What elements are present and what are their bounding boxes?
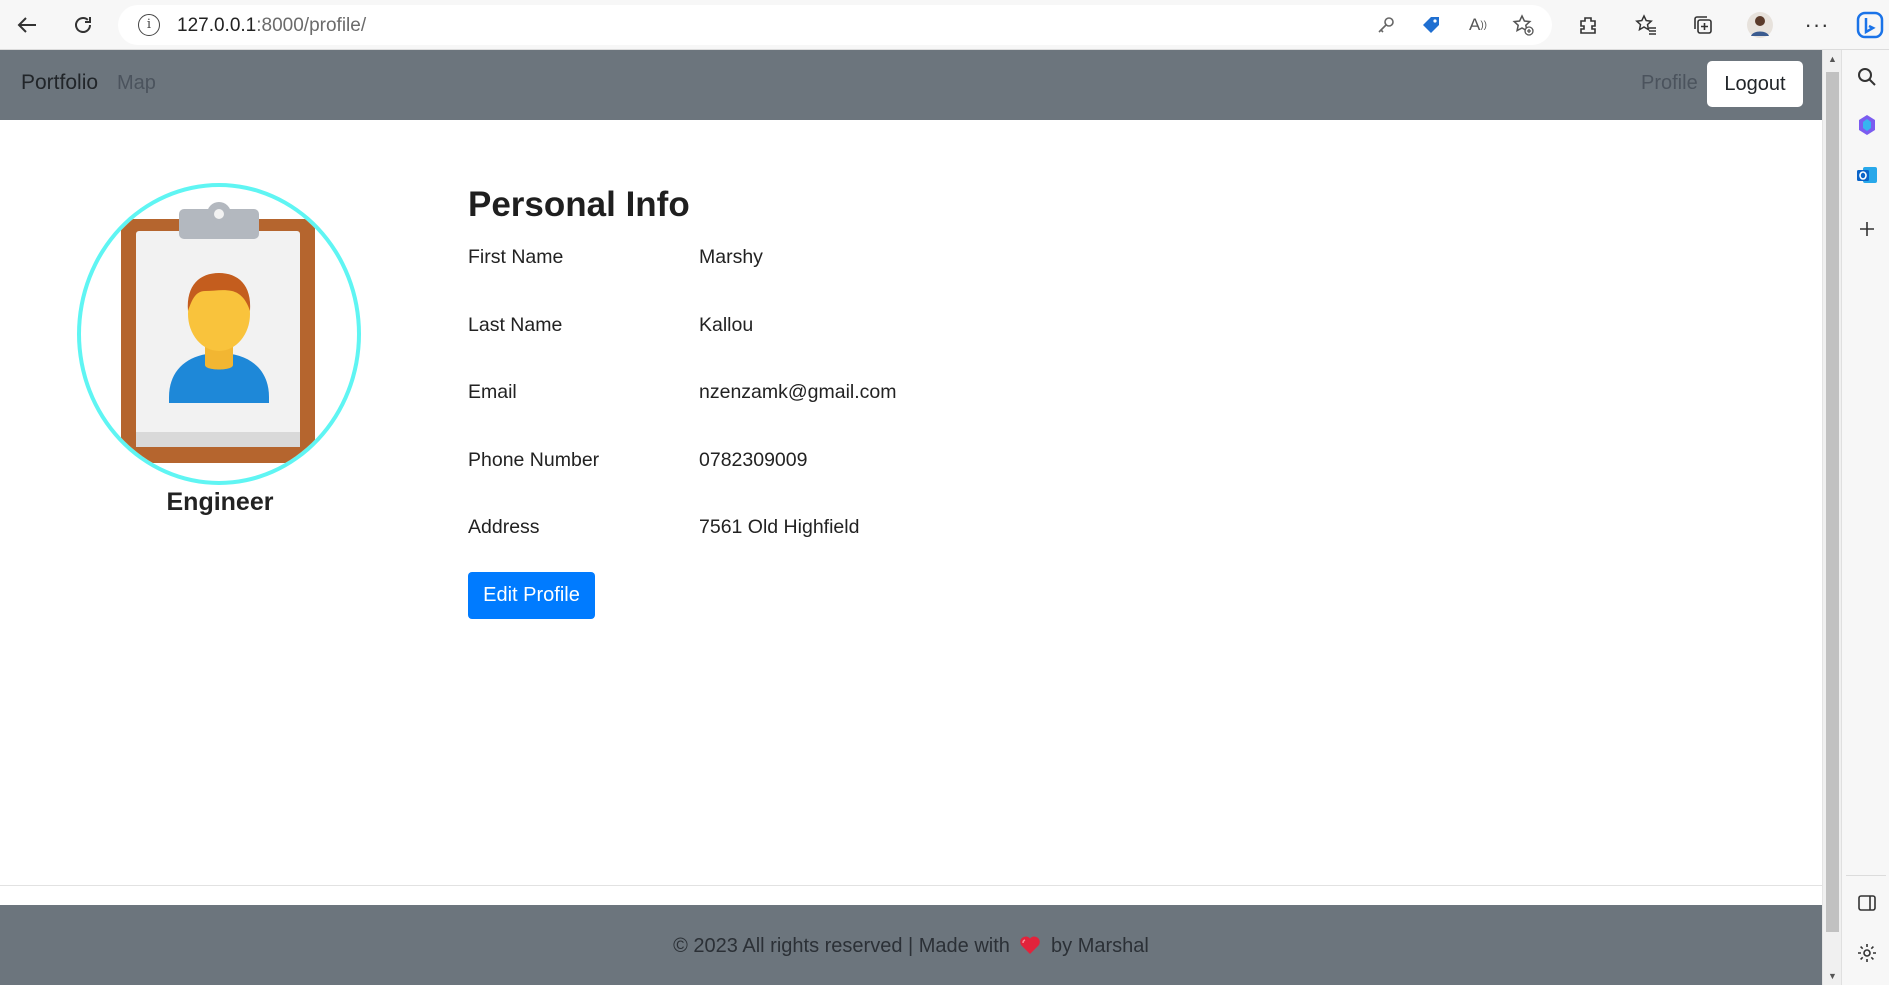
profile-role: Engineer — [166, 488, 274, 516]
plus-icon[interactable] — [1852, 214, 1882, 244]
edit-profile-button[interactable]: Edit Profile — [468, 572, 595, 619]
add-favorite-icon[interactable] — [1509, 11, 1537, 39]
info-row-phone: Phone Number 0782309009 — [468, 449, 1268, 479]
url-text[interactable]: 127.0.0.1:8000/profile/ — [177, 15, 366, 37]
info-value: Kallou — [699, 314, 754, 336]
sidebar-toggle-icon[interactable] — [1852, 888, 1882, 918]
profile-avatar-icon[interactable] — [1743, 8, 1777, 42]
extensions-icon[interactable] — [1571, 8, 1605, 42]
logout-button[interactable]: Logout — [1707, 61, 1803, 107]
page-viewport: Portfolio Map Profile Logout Engineer Pe… — [0, 50, 1822, 985]
info-label: Last Name — [468, 314, 563, 336]
site-footer: © 2023 All rights reserved | Made with b… — [0, 905, 1822, 985]
scroll-thumb[interactable] — [1826, 72, 1839, 932]
info-label: Email — [468, 381, 517, 403]
info-icon[interactable]: i — [138, 14, 160, 36]
nav-link-profile[interactable]: Profile — [1641, 72, 1698, 95]
site-navbar: Portfolio Map Profile Logout — [0, 50, 1822, 120]
info-row-last-name: Last Name Kallou — [468, 314, 1268, 344]
address-bar[interactable]: i 127.0.0.1:8000/profile/ A)) — [118, 5, 1552, 45]
tag-icon[interactable] — [1417, 11, 1445, 39]
info-label: Address — [468, 516, 540, 538]
outlook-icon[interactable] — [1852, 160, 1882, 190]
footer-text-start: © 2023 All rights reserved | Made with — [673, 935, 1010, 957]
copilot-icon[interactable] — [1852, 110, 1882, 140]
footer-text: © 2023 All rights reserved | Made with b… — [0, 935, 1822, 961]
info-label: Phone Number — [468, 449, 600, 471]
favorites-icon[interactable] — [1629, 8, 1663, 42]
info-value: Marshy — [699, 246, 763, 268]
info-value: nzenzamk@gmail.com — [699, 381, 897, 403]
section-title: Personal Info — [468, 185, 690, 224]
clipboard-user-icon — [121, 202, 315, 463]
settings-icon[interactable] — [1852, 938, 1882, 968]
bing-icon[interactable] — [1853, 8, 1887, 42]
info-row-first-name: First Name Marshy — [468, 246, 1268, 276]
info-value: 0782309009 — [699, 449, 808, 471]
nav-link-map[interactable]: Map — [117, 72, 156, 95]
more-icon[interactable]: ··· — [1800, 8, 1834, 42]
collections-icon[interactable] — [1686, 8, 1720, 42]
footer-text-end: by Marshal — [1051, 935, 1149, 957]
refresh-icon[interactable] — [66, 8, 100, 42]
key-icon[interactable] — [1372, 11, 1400, 39]
avatar — [77, 183, 361, 485]
info-label: First Name — [468, 246, 564, 268]
info-value: 7561 Old Highfield — [699, 516, 860, 538]
browser-side-panel — [1841, 50, 1889, 985]
info-row-email: Email nzenzamk@gmail.com — [468, 381, 1268, 411]
divider — [0, 885, 1822, 886]
scroll-up-icon[interactable]: ▲ — [1823, 50, 1842, 68]
scroll-down-icon[interactable]: ▼ — [1823, 967, 1842, 985]
back-arrow-icon[interactable] — [10, 8, 44, 42]
page-scrollbar[interactable]: ▲ ▼ — [1822, 50, 1841, 985]
heart-icon — [1019, 935, 1041, 961]
info-row-address: Address 7561 Old Highfield — [468, 516, 1268, 546]
browser-toolbar: i 127.0.0.1:8000/profile/ A)) ··· — [0, 0, 1889, 50]
search-icon[interactable] — [1852, 62, 1882, 92]
side-panel-divider — [1846, 875, 1886, 876]
brand-link[interactable]: Portfolio — [21, 71, 98, 95]
read-aloud-icon[interactable]: A)) — [1464, 11, 1492, 39]
